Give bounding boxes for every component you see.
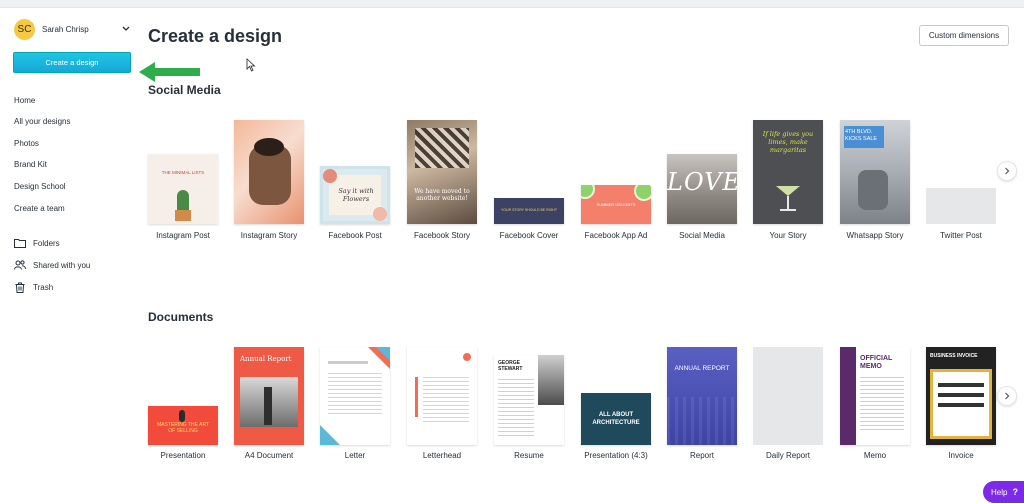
custom-dimensions-button[interactable]: Custom dimensions [919,25,1009,46]
thumb-caption: GEORGE STEWART [498,360,523,372]
sidebar [0,8,140,503]
thumb-label: Invoice [948,451,974,460]
nav-design-school[interactable]: Design School [14,182,66,191]
presentation-43-thumb[interactable]: ALL ABOUT ARCHITECTURE [581,393,651,445]
social-media-thumb[interactable]: LOVE [667,154,737,224]
memo-thumb[interactable]: OFFICIAL MEMO [840,347,910,445]
thumb-label: Facebook Story [413,231,471,240]
facebook-cover-thumb[interactable]: YOUR STORY SHOULD BE RIGHT [494,198,564,224]
thumb-label: Your Story [769,231,807,240]
report-thumb[interactable]: ANNUAL REPORT [667,347,737,445]
help-button[interactable]: Help ? [983,481,1024,503]
thumb-label: Whatsapp Story [846,231,904,240]
thumb-caption: Annual Report [240,355,292,363]
chevron-right-icon [1005,167,1010,175]
thumb-caption: ALL ABOUT ARCHITECTURE [592,412,640,426]
thumb-caption: We have moved to another website! [414,188,470,202]
thumb-caption: LOVE [667,168,737,196]
thumb-caption: MASTERING THE ART OF SELLING [156,422,210,434]
thumb-label: Presentation [160,451,206,460]
nav-trash[interactable]: Trash [14,282,53,293]
thumb-caption: Say it with Flowers [338,187,374,203]
thumb-label: Instagram Post [156,231,210,240]
browser-top-bar [0,0,1024,8]
thumb-label: Letterhead [422,451,462,460]
folder-icon [14,239,26,248]
nav-all-designs[interactable]: All your designs [14,117,70,126]
your-story-thumb[interactable]: If life gives you limes, make margaritas [753,120,823,224]
facebook-story-thumb[interactable]: We have moved to another website! [407,120,477,224]
nav-home[interactable]: Home [14,96,35,105]
thumb-label: Instagram Story [240,231,298,240]
twitter-post-thumb[interactable] [926,188,996,224]
nav-photos[interactable]: Photos [14,139,39,148]
thumb-label: A4 Document [244,451,294,460]
create-design-button[interactable]: Create a design [13,52,131,73]
thumb-label: Social Media [679,231,725,240]
social-next-button[interactable] [997,161,1017,181]
nav-brand-kit[interactable]: Brand Kit [14,160,47,169]
thumb-label: Twitter Post [940,231,982,240]
thumb-caption: ANNUAL REPORT [674,365,730,372]
thumb-label: Facebook Cover [499,231,559,240]
nav-shared-label: Shared with you [33,260,91,270]
people-icon [14,260,26,270]
nav-folders[interactable]: Folders [14,238,60,248]
thumb-caption: THE MINIMAL LISTS [161,170,205,175]
nav-create-team[interactable]: Create a team [14,204,65,213]
thumb-label: Facebook App Ad [584,231,648,240]
mouse-cursor-icon [246,58,256,72]
thumb-caption: YOUR STORY SHOULD BE RIGHT [500,208,557,212]
a4-document-thumb[interactable]: Annual Report [234,347,304,445]
letter-thumb[interactable] [320,347,390,445]
thumb-caption: OFFICIAL MEMO [860,355,893,370]
resume-thumb[interactable]: GEORGE STEWART [494,355,564,445]
question-icon: ? [1012,487,1018,497]
section-title-documents: Documents [148,310,214,324]
instagram-post-thumb[interactable]: THE MINIMAL LISTS [148,154,218,224]
facebook-post-thumb[interactable]: Say it with Flowers [320,166,390,224]
thumb-label: Presentation (4:3) [584,451,648,460]
thumb-caption: If life gives you limes, make margaritas [762,130,814,154]
nav-shared[interactable]: Shared with you [14,260,90,270]
thumb-label: Daily Report [765,451,810,460]
invoice-thumb[interactable]: BUSINESS INVOICE [926,347,996,445]
arrow-left-icon [139,62,200,82]
documents-next-button[interactable] [997,386,1017,406]
help-label: Help [991,487,1008,497]
thumb-label: Resume [514,451,544,460]
user-menu[interactable]: SC Sarah Chrisp [14,18,132,40]
page-title: Create a design [148,26,283,46]
letterhead-thumb[interactable] [407,347,477,445]
thumb-label: Report [689,451,714,460]
thumb-caption: 4TH BLVD. KICKS SALE [845,129,878,142]
nav-trash-label: Trash [33,283,54,292]
thumb-label: Facebook Post [328,231,382,240]
whatsapp-story-thumb[interactable]: 4TH BLVD. KICKS SALE [840,120,910,224]
thumb-label: Memo [863,451,887,460]
thumb-caption: BUSINESS INVOICE [930,353,978,359]
presentation-thumb[interactable]: MASTERING THE ART OF SELLING [148,406,218,445]
daily-report-thumb[interactable] [753,347,823,445]
avatar: SC [14,18,35,40]
thumb-label: Letter [344,451,366,460]
thumb-caption: SUMMER DELIGHTS [596,202,636,207]
trash-icon [15,282,25,293]
chevron-down-icon[interactable] [120,23,132,35]
section-title-social: Social Media [148,83,221,97]
instagram-story-thumb[interactable] [234,120,304,224]
chevron-right-icon [1005,392,1010,400]
user-name: Sarah Chrisp [42,24,89,34]
facebook-app-ad-thumb[interactable]: SUMMER DELIGHTS [581,185,651,224]
nav-folders-label: Folders [33,238,60,248]
